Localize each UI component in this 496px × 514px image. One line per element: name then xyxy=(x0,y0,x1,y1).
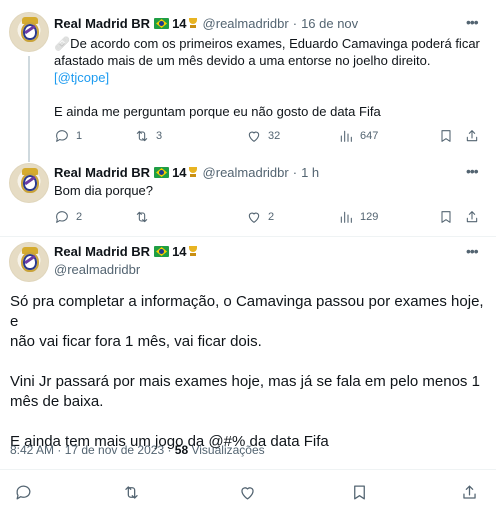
like-button[interactable]: 2 xyxy=(246,209,274,225)
retweet-button[interactable] xyxy=(134,209,156,225)
share-button[interactable] xyxy=(460,483,479,502)
tweet-meta: 8:42 AM · 17 de nov de 2023 · 58 Visuali… xyxy=(10,443,265,457)
views-icon xyxy=(340,211,352,223)
tweet-time[interactable]: 1 h xyxy=(301,165,319,180)
bookmark-button[interactable] xyxy=(438,209,454,225)
text-line: E ainda me perguntam porque eu não gosto… xyxy=(54,104,381,119)
avatar[interactable] xyxy=(9,12,49,52)
bookmark-icon xyxy=(441,130,451,142)
retweet-icon xyxy=(136,130,148,142)
views-count: 129 xyxy=(360,211,379,223)
views-count: 58 xyxy=(174,443,189,457)
bookmark-button[interactable] xyxy=(350,483,369,502)
reply-count: 2 xyxy=(76,211,83,223)
handle-row: @realmadridbr xyxy=(54,262,140,277)
retweet-button[interactable] xyxy=(122,483,141,502)
like-count: 32 xyxy=(268,130,281,142)
main-action-bar xyxy=(14,483,486,502)
heart-icon xyxy=(241,487,254,500)
tweet-text: Bom dia porque? xyxy=(54,182,153,199)
share-button[interactable] xyxy=(464,209,480,225)
separator-dot: · xyxy=(292,16,298,31)
avatar[interactable] xyxy=(9,163,49,203)
timestamp[interactable]: 8:42 AM · 17 de nov de 2023 · xyxy=(10,443,175,457)
thread-line xyxy=(28,56,30,162)
retweet-button[interactable]: 3 xyxy=(134,128,162,144)
share-icon xyxy=(466,130,478,142)
handle[interactable]: @realmadridbr xyxy=(203,165,289,180)
handle[interactable]: @realmadridbr xyxy=(203,16,289,31)
tweet-time[interactable]: 16 de nov xyxy=(301,16,358,31)
reply-button[interactable]: 2 xyxy=(54,209,82,225)
reply-icon xyxy=(16,485,31,500)
views-icon xyxy=(340,130,352,142)
badge-count: 14 xyxy=(172,244,187,259)
divider xyxy=(0,469,496,470)
retweet-icon xyxy=(136,211,148,223)
badge-count: 14 xyxy=(172,16,187,31)
text-line: afastado mais de um mês devido a uma ent… xyxy=(54,53,431,68)
brazil-flag-icon xyxy=(154,18,170,29)
bookmark-icon xyxy=(354,485,365,500)
brazil-flag-icon xyxy=(154,167,170,178)
reply-icon xyxy=(56,211,68,223)
display-name[interactable]: Real Madrid BR xyxy=(54,165,150,180)
like-button[interactable] xyxy=(238,483,257,502)
reply-button[interactable]: 1 xyxy=(54,128,82,144)
tweet-header: Real Madrid BR 14 xyxy=(54,244,203,259)
like-button[interactable]: 32 xyxy=(246,128,280,144)
separator-dot: · xyxy=(292,165,298,180)
reply-button[interactable] xyxy=(14,483,33,502)
reply-count: 1 xyxy=(76,130,83,142)
views-button[interactable]: 129 xyxy=(338,209,378,225)
text-line: 🩹De acordo com os primeiros exames, Edua… xyxy=(54,36,480,51)
trophy-icon xyxy=(188,167,198,178)
text-line: não vai ficar fora 1 mês, vai ficar dois… xyxy=(10,333,262,350)
views-label: Visualizações xyxy=(188,443,265,457)
trophy-icon xyxy=(188,246,198,257)
mention-link[interactable]: [@tjcope] xyxy=(54,70,109,85)
divider xyxy=(0,236,496,237)
action-bar: 2 2 129 xyxy=(54,209,484,225)
retweet-count: 3 xyxy=(156,130,163,142)
tweet-header: Real Madrid BR 14 @realmadridbr · 16 de … xyxy=(54,16,358,31)
handle[interactable]: @realmadridbr xyxy=(54,262,140,277)
text-line: Só pra completar a informação, o Camavin… xyxy=(10,293,484,330)
share-icon xyxy=(463,485,476,499)
text-line: Bom dia porque? xyxy=(54,183,154,198)
heart-icon xyxy=(248,212,260,223)
views-count: 647 xyxy=(360,130,379,142)
share-button[interactable] xyxy=(464,128,480,144)
more-icon[interactable]: ••• xyxy=(466,14,479,30)
brazil-flag-icon xyxy=(154,246,170,257)
heart-icon xyxy=(248,131,260,142)
display-name[interactable]: Real Madrid BR xyxy=(54,16,150,31)
text-line: Vini Jr passará por mais exames hoje, ma… xyxy=(10,373,480,390)
retweet-icon xyxy=(125,486,138,499)
reply-icon xyxy=(56,130,68,142)
views-button[interactable]: 647 xyxy=(338,128,378,144)
action-bar: 1 3 32 647 xyxy=(54,128,484,144)
tweet-text: 🩹De acordo com os primeiros exames, Edua… xyxy=(54,35,480,120)
text-line: mês de baixa. xyxy=(10,393,104,410)
more-icon[interactable]: ••• xyxy=(466,243,479,259)
main-tweet-text: Só pra completar a informação, o Camavin… xyxy=(10,292,496,452)
more-icon[interactable]: ••• xyxy=(466,163,479,179)
like-count: 2 xyxy=(268,211,275,223)
badge-count: 14 xyxy=(172,165,187,180)
bookmark-button[interactable] xyxy=(438,128,454,144)
tweet-header: Real Madrid BR 14 @realmadridbr · 1 h xyxy=(54,165,319,180)
trophy-icon xyxy=(188,18,198,29)
share-icon xyxy=(466,211,478,223)
display-name[interactable]: Real Madrid BR xyxy=(54,244,150,259)
bookmark-icon xyxy=(441,211,451,223)
avatar[interactable] xyxy=(9,242,49,282)
